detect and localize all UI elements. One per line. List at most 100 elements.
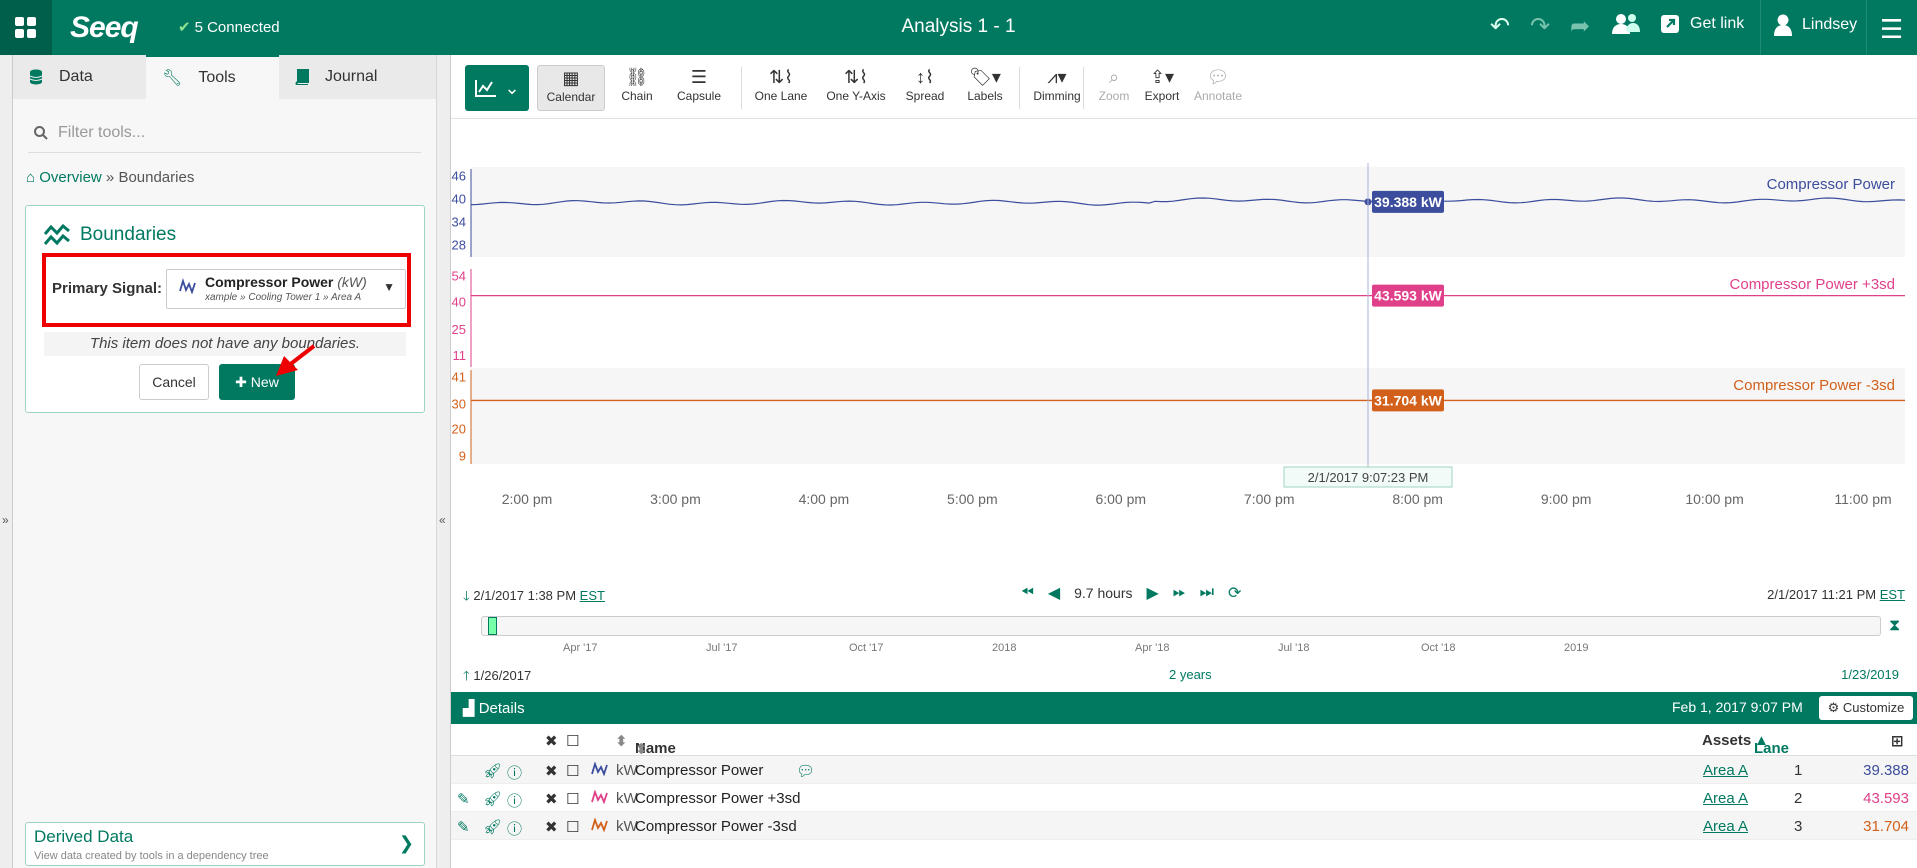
app-grid-button[interactable] [0, 0, 52, 55]
rocket-icon[interactable]: 🚀︎ [483, 762, 502, 780]
breadcrumb-overview[interactable]: Overview [39, 169, 102, 186]
assets-column-header[interactable]: Assets [1702, 732, 1751, 749]
overview-toggle-icon[interactable]: ⧗ [1889, 617, 1900, 635]
y-tick-label: 28 [452, 238, 466, 253]
overview-month-label: Apr '17 [563, 642, 598, 654]
column-settings-icon[interactable]: ⊞ [1891, 732, 1904, 750]
step-forward-far-icon[interactable]: ⏩︎ [1173, 584, 1186, 602]
toolbar-dimming[interactable]: ⩘▾ Dimming [1025, 65, 1089, 111]
table-row[interactable]: 🚀︎ ⓘ ✖ ☐ kW Compressor Power 💬︎ Area A 1 39.388 [451, 756, 1917, 784]
toolbar-capsule[interactable]: ☰ Capsule [669, 65, 729, 111]
timezone-link[interactable]: EST [580, 588, 605, 603]
info-icon[interactable]: ⓘ [507, 790, 522, 811]
undo-icon[interactable]: ↶ [1490, 12, 1510, 42]
step-back-far-icon[interactable]: ⏪︎ [1021, 584, 1034, 602]
overview-month-label: Apr '18 [1135, 642, 1170, 654]
range-duration[interactable]: 9.7 hours [1074, 585, 1132, 601]
refresh-icon[interactable]: ⟳ [1228, 583, 1241, 603]
derived-data-card[interactable]: Derived Data View data created by tools … [25, 822, 425, 866]
timezone-link[interactable]: EST [1880, 587, 1905, 602]
details-date: Feb 1, 2017 9:07 PM [1672, 699, 1803, 715]
info-icon[interactable]: ⓘ [507, 818, 522, 839]
row-checkbox[interactable]: ☐ [566, 762, 579, 780]
get-link-button[interactable]: Get link [1660, 14, 1744, 34]
seeq-logo[interactable]: Seeq [70, 11, 139, 45]
series-name[interactable]: Compressor Power -3sd [635, 818, 797, 835]
series-name[interactable]: Compressor Power [635, 762, 763, 779]
user-menu[interactable]: Lindsey [1774, 14, 1857, 36]
series-name[interactable]: Compressor Power +3sd [635, 790, 800, 807]
overview-end[interactable]: 1/23/2019 [1841, 667, 1899, 682]
filter-tools-input[interactable]: Filter tools... [28, 113, 421, 153]
table-row[interactable]: ✎ 🚀︎ ⓘ ✖ ☐ kW Compressor Power +3sd Area A 2 43.5… [451, 784, 1917, 812]
left-collapse-rail[interactable]: » [0, 55, 13, 868]
toolbar-one-lane[interactable]: ⇅⌇ One Lane [745, 65, 817, 111]
asset-link[interactable]: Area A [1703, 818, 1748, 835]
row-checkbox[interactable]: ☐ [566, 790, 579, 808]
cursor-value-label: 43.593 kW [1374, 288, 1442, 304]
remove-all-icon[interactable]: ✖ [545, 732, 558, 750]
display-range-start[interactable]: 🡓 2/1/2017 1:38 PM EST [463, 587, 605, 609]
row-checkbox[interactable]: ☐ [566, 818, 579, 836]
toolbar-divider [1019, 67, 1020, 109]
panel-collapse-rail[interactable]: « [437, 55, 451, 868]
step-forward-icon[interactable]: ▶ [1147, 583, 1159, 603]
user-name: Lindsey [1802, 16, 1858, 33]
remove-icon[interactable]: ✖ [545, 818, 558, 836]
edit-icon[interactable]: ✎ [457, 818, 470, 836]
tab-tools[interactable]: 🔧︎ Tools [146, 55, 279, 99]
table-row[interactable]: ✎ 🚀︎ ⓘ ✖ ☐ kW Compressor Power -3sd Area A 3 31.7… [451, 812, 1917, 840]
remove-icon[interactable]: ✖ [545, 762, 558, 780]
toolbar-export[interactable]: ⇪▾ Export [1137, 65, 1187, 111]
toolbar-labels[interactable]: 🏷︎▾ Labels [957, 65, 1013, 111]
collapse-icon[interactable]: « [439, 513, 446, 527]
expand-icon[interactable]: » [2, 513, 9, 527]
sort-icon[interactable]: ⬍ [615, 732, 628, 750]
users-icon[interactable] [1612, 12, 1640, 42]
display-range-end[interactable]: 2/1/2017 11:21 PM EST [1767, 587, 1905, 602]
connection-status[interactable]: ✔ 5 Connected [178, 18, 280, 36]
asset-link[interactable]: Area A [1703, 762, 1748, 779]
view-selector-button[interactable]: ⌄ [465, 65, 529, 111]
asset-link[interactable]: Area A [1703, 790, 1748, 807]
hamburger-menu-icon[interactable]: ☰ [1880, 14, 1903, 45]
details-header: ▟ Details Feb 1, 2017 9:07 PM ⚙ Customiz… [451, 692, 1917, 724]
customize-button[interactable]: ⚙ Customize [1819, 696, 1913, 720]
home-icon[interactable]: ⌂ [26, 169, 35, 186]
lane-column-header[interactable]: Lane ▲ [1754, 732, 1789, 757]
overview-slider[interactable] [481, 616, 1881, 636]
toolbar-zoom[interactable]: ⌕ Zoom [1087, 65, 1141, 111]
rocket-icon[interactable]: 🚀︎ [483, 790, 502, 808]
tab-journal[interactable]: Journal [279, 55, 412, 99]
jump-to-now-icon[interactable]: ⏭︎ [1200, 584, 1214, 602]
toolbar-one-y-axis[interactable]: ⇅⌇ One Y-Axis [817, 65, 895, 111]
primary-signal-label: Primary Signal: [52, 280, 163, 297]
overview-duration[interactable]: 2 years [1169, 667, 1212, 682]
lane-number: 1 [1794, 762, 1803, 779]
primary-signal-select[interactable]: Compressor Power (kW) xample » Cooling T… [166, 269, 406, 309]
step-back-icon[interactable]: ◀ [1048, 583, 1060, 603]
overview-handle[interactable] [488, 617, 497, 635]
tab-data[interactable]: Data [13, 55, 146, 99]
redo-icon[interactable]: ↷ [1530, 12, 1550, 42]
select-all-checkbox[interactable]: ☐ [566, 732, 579, 750]
cancel-button[interactable]: Cancel [139, 364, 209, 400]
info-icon[interactable]: ⓘ [507, 762, 522, 783]
panel-tabs: Data 🔧︎ Tools Journal [13, 55, 436, 99]
trend-chart[interactable]: 46 40 34 28 Compressor Power 39.388 kW 54 40 25 1… [451, 119, 1917, 519]
rocket-icon[interactable]: 🚀︎ [483, 818, 502, 836]
remove-icon[interactable]: ✖ [545, 790, 558, 808]
toolbar-annotate[interactable]: 💬︎ Annotate [1185, 65, 1251, 111]
y-tick-label: 30 [452, 397, 466, 412]
overview-start[interactable]: 🡑 1/26/2017 [463, 667, 531, 689]
share-forward-icon[interactable]: ➦ [1570, 12, 1590, 42]
y-tick-label: 46 [452, 169, 466, 184]
toolbar-calendar[interactable]: ▦ Calendar [537, 65, 605, 111]
highlight-box: Primary Signal: Compressor Power (kW) xa… [42, 253, 411, 327]
comment-icon[interactable]: 💬︎ [796, 762, 815, 780]
toolbar-chain[interactable]: ⛓︎ Chain [607, 65, 667, 111]
edit-icon[interactable]: ✎ [457, 790, 470, 808]
cursor-time-label: 2/1/2017 9:07:23 PM [1308, 470, 1429, 485]
toolbar-spread[interactable]: ↕⌇ Spread [895, 65, 955, 111]
boundaries-tool-card: Boundaries Primary Signal: Compressor Po… [25, 205, 425, 413]
